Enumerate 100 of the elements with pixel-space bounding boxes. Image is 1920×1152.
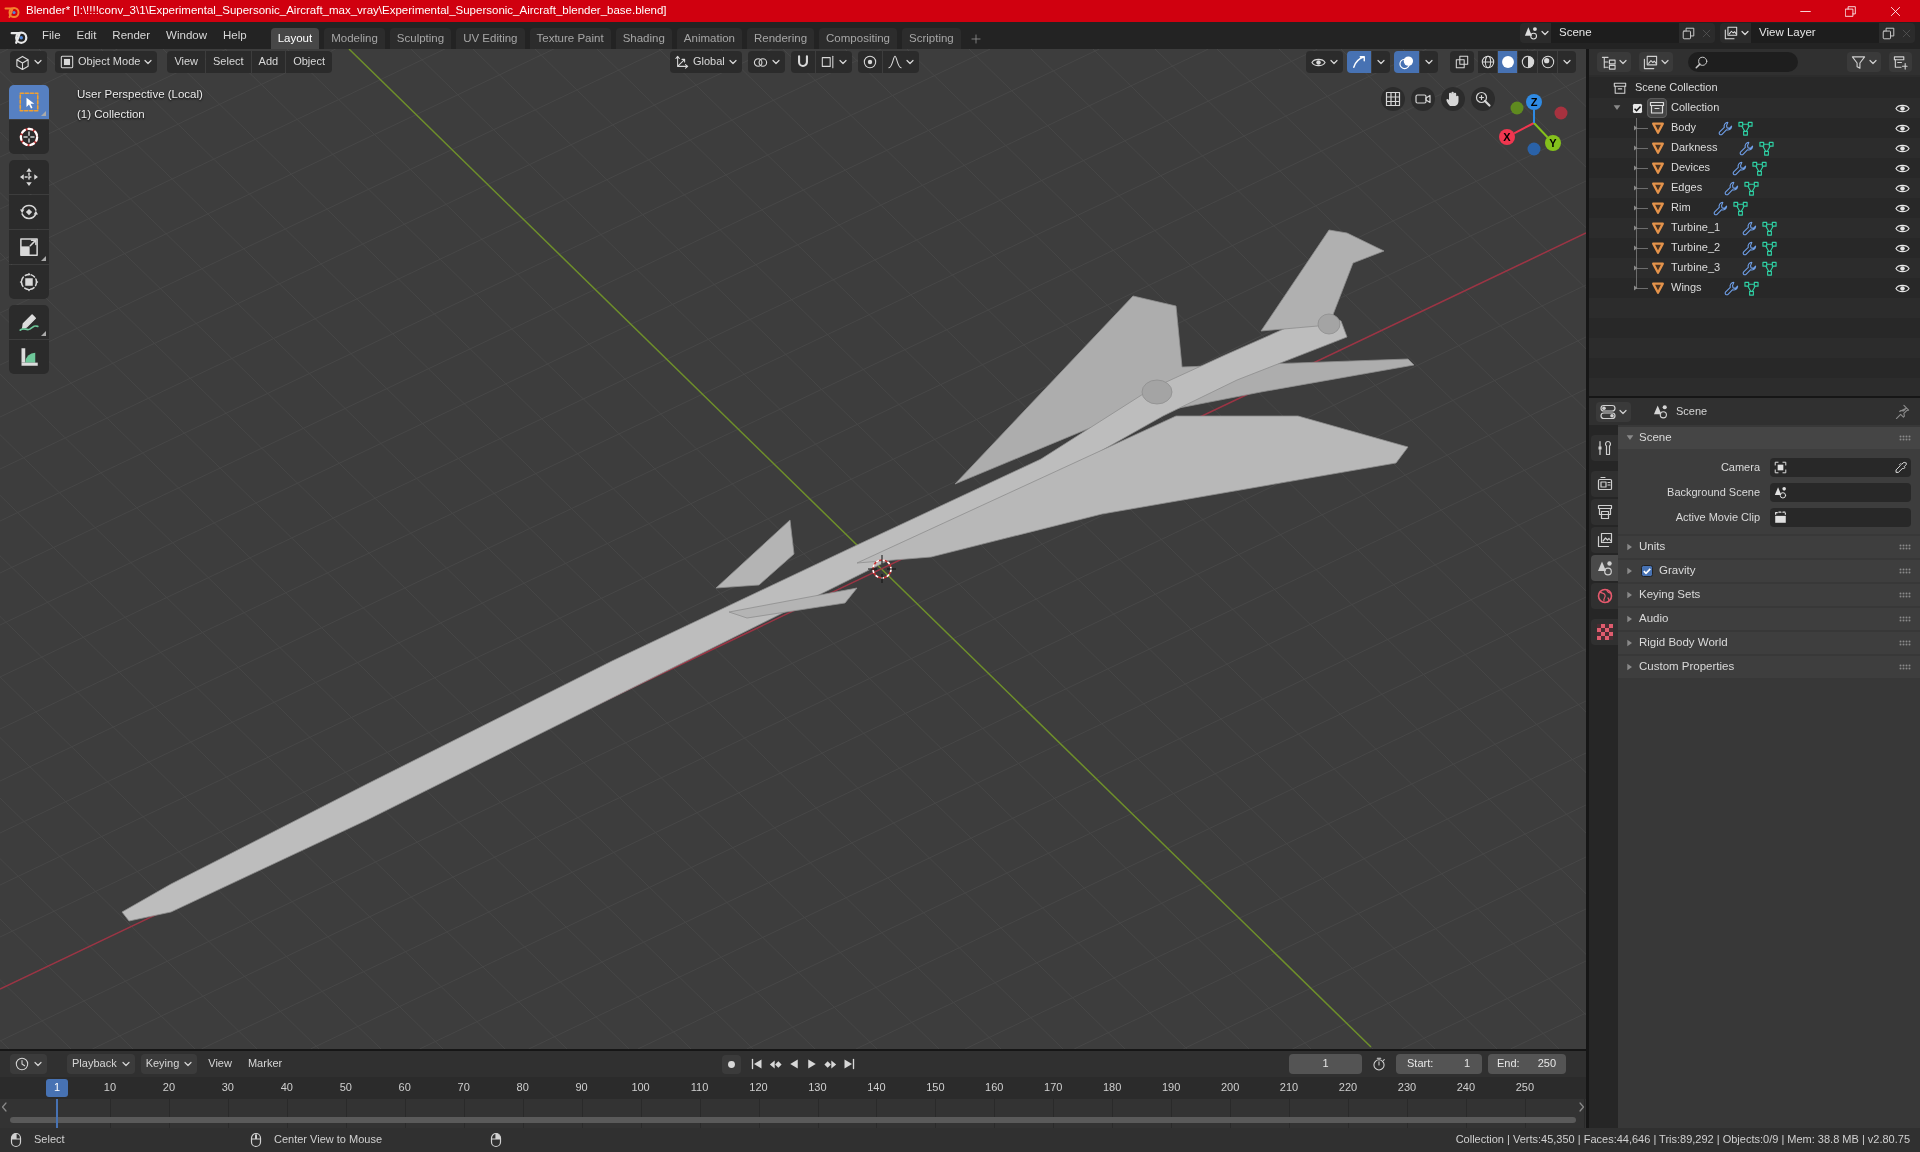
menu-button[interactable]: Edit [68, 24, 105, 47]
disclosure-triangle-icon[interactable] [1626, 567, 1634, 575]
disclosure-triangle-icon[interactable] [1626, 639, 1634, 647]
vertex-triangle-icon[interactable] [1752, 160, 1768, 176]
vertex-triangle-icon[interactable] [1732, 200, 1748, 216]
scene-browse-button[interactable] [1520, 23, 1551, 43]
menu-button[interactable]: View [167, 51, 206, 73]
orientation-dropdown[interactable]: Global [670, 51, 742, 73]
auto-keying-button[interactable] [721, 1054, 741, 1074]
xray-button[interactable] [1450, 51, 1474, 73]
properties-tab[interactable] [1591, 471, 1618, 497]
disclosure-triangle-icon[interactable] [1633, 185, 1639, 191]
view-layer-name-field[interactable]: View Layer [1751, 23, 1879, 43]
playhead-frame[interactable]: 1 [46, 1079, 68, 1097]
panel-header[interactable]: Gravity [1618, 560, 1920, 582]
tool-button[interactable] [9, 305, 49, 339]
falloff-button[interactable] [882, 51, 919, 73]
disclosure-triangle-icon[interactable] [1626, 663, 1634, 671]
editor-type-button[interactable] [1597, 52, 1631, 72]
duplicate-button[interactable] [1879, 23, 1897, 43]
properties-tab[interactable] [1591, 619, 1618, 645]
pivot-point-button[interactable] [747, 51, 785, 73]
drag-handle-icon[interactable] [1899, 592, 1911, 598]
eyedropper-icon[interactable] [1894, 461, 1907, 474]
jump-to-end-icon[interactable] [842, 1058, 855, 1070]
movie-clip-field[interactable] [1770, 508, 1911, 527]
hand-icon[interactable] [1441, 87, 1465, 111]
overlay-toggle[interactable] [1394, 51, 1419, 73]
disclosure-triangle-icon[interactable] [1626, 434, 1634, 442]
editor-type-button[interactable] [10, 51, 47, 73]
play-icon[interactable] [805, 1058, 818, 1070]
properties-tab[interactable] [1591, 499, 1618, 525]
wrench-icon[interactable] [1718, 120, 1734, 136]
menu-button[interactable]: Render [104, 24, 159, 47]
gizmo-axis-button[interactable]: Y [1545, 135, 1561, 151]
workspace-tab[interactable]: Animation [676, 28, 742, 49]
start-frame-field[interactable]: Start: 1 [1396, 1054, 1482, 1074]
wrench-icon[interactable] [1742, 220, 1758, 236]
shading-mode-button[interactable] [1478, 51, 1497, 73]
shading-mode-button[interactable] [1518, 51, 1537, 73]
tool-button[interactable] [9, 120, 49, 154]
panel-header[interactable]: Scene [1618, 427, 1920, 449]
disclosure-triangle-icon[interactable] [1633, 125, 1639, 131]
proportional-edit-button[interactable] [857, 51, 882, 73]
menu-button[interactable]: View [203, 1054, 237, 1074]
vertex-triangle-icon[interactable] [1762, 240, 1778, 256]
wrench-icon[interactable] [1712, 200, 1728, 216]
workspace-tab[interactable]: Scripting [902, 28, 961, 49]
background-scene-field[interactable] [1770, 483, 1911, 502]
vertex-triangle-icon[interactable] [1744, 180, 1760, 196]
camera-field[interactable] [1770, 458, 1911, 477]
workspace-tab[interactable]: Compositing [819, 28, 897, 49]
dropdown-button[interactable] [1372, 51, 1390, 73]
panel-header[interactable]: Units [1618, 536, 1920, 558]
menu-button[interactable]: Add [251, 51, 286, 73]
menu-button[interactable]: Object [286, 51, 332, 73]
drag-handle-icon[interactable] [1899, 664, 1911, 670]
disclosure-triangle-icon[interactable] [1633, 285, 1639, 291]
drag-handle-icon[interactable] [1899, 640, 1911, 646]
workspace-tab[interactable]: Texture Paint [529, 28, 611, 49]
gizmo-axis-ball[interactable] [1510, 101, 1524, 115]
chevron-icon[interactable] [1579, 1102, 1585, 1112]
workspace-tab[interactable]: Shading [615, 28, 672, 49]
pin-icon[interactable] [1895, 404, 1910, 419]
new-collection-button[interactable] [1889, 52, 1912, 72]
disclosure-triangle-icon[interactable] [1626, 615, 1634, 623]
tool-button[interactable] [9, 160, 49, 194]
shading-mode-button[interactable] [1498, 51, 1517, 73]
tool-button[interactable] [9, 195, 49, 229]
checkbox[interactable] [1641, 565, 1653, 577]
wrench-icon[interactable] [1742, 240, 1758, 256]
disclosure-triangle-icon[interactable] [1633, 145, 1639, 151]
restore-icon[interactable] [1845, 5, 1856, 17]
menu-button[interactable]: Marker [242, 1054, 288, 1074]
menu-dropdown[interactable]: Keying [140, 1054, 198, 1074]
workspace-tab[interactable]: UV Editing [456, 28, 525, 49]
disclosure-triangle-icon[interactable] [1626, 591, 1634, 599]
properties-tab[interactable] [1591, 583, 1618, 609]
disclosure-triangle-icon[interactable] [1633, 245, 1639, 251]
wrench-icon[interactable] [1724, 180, 1740, 196]
disclosure-triangle-icon[interactable] [1633, 225, 1639, 231]
disclosure-triangle-icon[interactable] [1613, 104, 1621, 112]
properties-tab[interactable] [1591, 555, 1618, 581]
menu-button[interactable]: Help [215, 24, 255, 47]
disclosure-triangle-icon[interactable] [1633, 265, 1639, 271]
vertex-triangle-icon[interactable] [1762, 220, 1778, 236]
gizmo-axis-button[interactable]: Z [1526, 94, 1542, 110]
magnifier-icon[interactable] [1471, 87, 1495, 111]
disclosure-triangle-icon[interactable] [1633, 165, 1639, 171]
drag-handle-icon[interactable] [1899, 616, 1911, 622]
snap-target-button[interactable] [815, 51, 852, 73]
menu-dropdown[interactable]: Playback [67, 1054, 135, 1074]
vertex-triangle-icon[interactable] [1762, 260, 1778, 276]
checkbox[interactable] [1632, 102, 1643, 114]
menu-button[interactable]: Window [158, 24, 215, 47]
shading-mode-button[interactable] [1538, 51, 1557, 73]
dropdown-button[interactable] [1420, 51, 1438, 73]
tool-button[interactable] [9, 340, 49, 374]
editor-type-button[interactable] [1596, 401, 1631, 422]
properties-tab[interactable] [1591, 435, 1618, 461]
